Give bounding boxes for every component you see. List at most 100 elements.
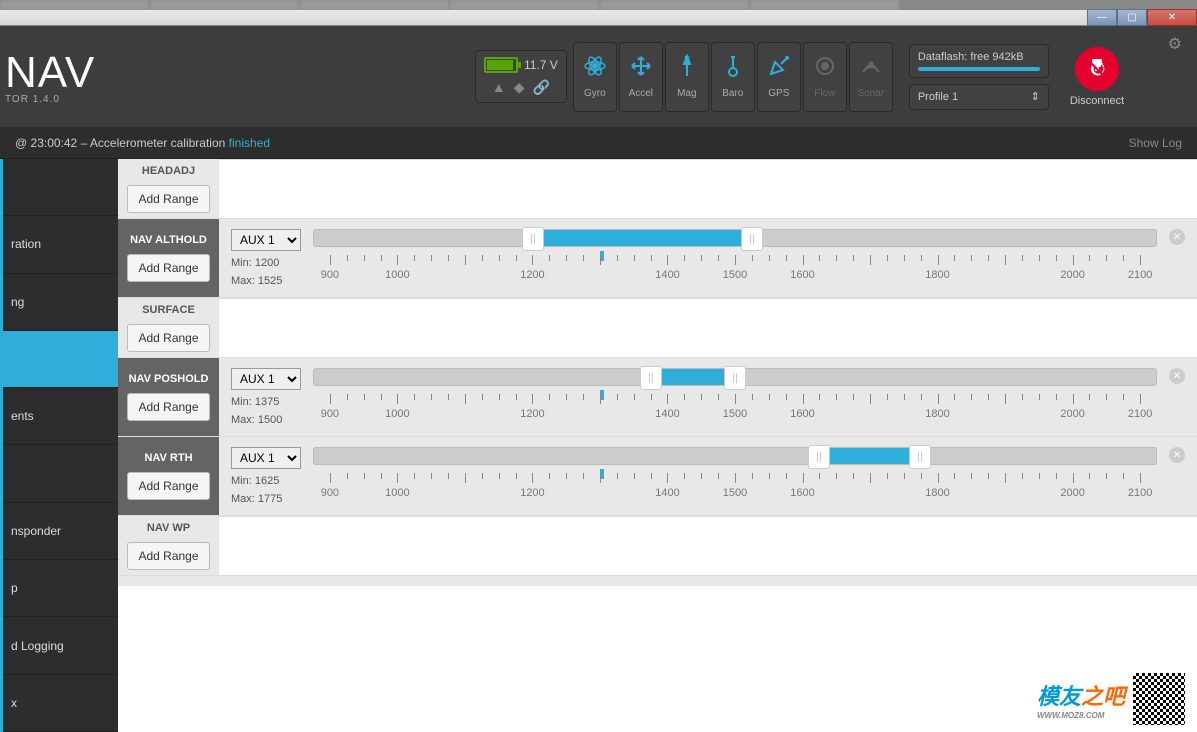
range-row: AUX 1 Min: 1625 Max: 1775 90010001200140… xyxy=(219,437,1197,515)
tick-label: 2000 xyxy=(1060,408,1084,420)
delete-range-button[interactable]: ✕ xyxy=(1169,368,1185,384)
gyro-icon xyxy=(583,54,607,84)
tick-label: 1000 xyxy=(385,408,409,420)
sensor-mag[interactable]: N Mag xyxy=(665,42,709,112)
add-range-button[interactable]: Add Range xyxy=(127,393,209,421)
show-log-button[interactable]: Show Log xyxy=(1129,136,1182,150)
range-handle-max[interactable] xyxy=(724,366,746,390)
mode-label-column: SURFACE Add Range xyxy=(118,298,219,357)
dataflash-status[interactable]: Dataflash: free 942kB xyxy=(909,44,1049,78)
tick-label: 1000 xyxy=(385,269,409,281)
app-logo: NAV xyxy=(5,48,475,98)
tick-label: 1800 xyxy=(925,487,949,499)
mode-nav-wp: NAV WP Add Range xyxy=(118,516,1197,576)
sensor-label: Mag xyxy=(677,88,696,99)
sensor-sonar[interactable]: Sonar xyxy=(849,42,893,112)
delete-range-button[interactable]: ✕ xyxy=(1169,229,1185,245)
sensor-baro[interactable]: Baro xyxy=(711,42,755,112)
sensor-label: Baro xyxy=(722,88,743,99)
log-message: Accelerometer calibration xyxy=(90,136,225,150)
range-slider[interactable]: 90010001200140015001600180020002100 xyxy=(313,447,1157,505)
window-minimize-button[interactable]: — xyxy=(1087,9,1117,26)
tick-label: 2100 xyxy=(1128,408,1152,420)
tick-label: 1600 xyxy=(790,487,814,499)
tick-label: 1400 xyxy=(655,487,679,499)
sensor-gps[interactable]: GPS xyxy=(757,42,801,112)
range-handle-max[interactable] xyxy=(741,227,763,251)
mode-headadj: HEADADJ Add Range xyxy=(118,159,1197,219)
mode-name: SURFACE xyxy=(142,304,195,316)
range-handle-min[interactable] xyxy=(522,227,544,251)
content-area: HEADADJ Add Range NAV ALTHOLD Add Range … xyxy=(118,159,1197,732)
sensor-accel[interactable]: Accel xyxy=(619,42,663,112)
sensor-label: Accel xyxy=(629,88,653,99)
axis-ticks: 90010001200140015001600180020002100 xyxy=(313,255,1157,271)
add-range-button[interactable]: Add Range xyxy=(127,472,209,500)
aux-channel-select[interactable]: AUX 1 xyxy=(231,368,301,390)
disconnect-button[interactable]: Disconnect xyxy=(1070,47,1124,107)
tick-label: 1000 xyxy=(385,487,409,499)
sensor-label: GPS xyxy=(768,88,789,99)
mode-nav-rth: NAV RTH Add Range AUX 1 Min: 1625 Max: 1… xyxy=(118,437,1197,516)
qr-code-icon xyxy=(1131,671,1187,727)
range-handle-min[interactable] xyxy=(808,445,830,469)
add-range-button[interactable]: Add Range xyxy=(127,254,209,282)
aux-channel-select[interactable]: AUX 1 xyxy=(231,447,301,469)
settings-gear-icon[interactable]: ⚙ xyxy=(1168,34,1182,54)
sidebar-item-8[interactable]: d Logging xyxy=(3,617,118,674)
aux-channel-select[interactable]: AUX 1 xyxy=(231,229,301,251)
sidebar-item-3[interactable] xyxy=(3,331,118,388)
range-handle-max[interactable] xyxy=(909,445,931,469)
watermark: 模友之吧WWW.MOZ8.COM xyxy=(1037,671,1187,727)
log-timestamp: @ 23:00:42 – xyxy=(15,136,90,150)
sensor-flow[interactable]: Flow xyxy=(803,42,847,112)
add-range-button[interactable]: Add Range xyxy=(127,542,209,570)
mode-nav-poshold: NAV POSHOLD Add Range AUX 1 Min: 1375 Ma… xyxy=(118,358,1197,437)
add-range-button[interactable]: Add Range xyxy=(127,185,209,213)
profile-selector[interactable]: Profile 1⇕ xyxy=(909,84,1049,110)
mode-label-column: NAV POSHOLD Add Range xyxy=(118,358,219,436)
sidebar-item-7[interactable]: p xyxy=(3,560,118,617)
tick-label: 2000 xyxy=(1060,269,1084,281)
sidebar-item-0[interactable] xyxy=(3,159,118,216)
mode-surface: SURFACE Add Range xyxy=(118,298,1197,358)
sensor-label: Sonar xyxy=(857,88,884,99)
add-range-button[interactable]: Add Range xyxy=(127,324,209,352)
range-max-label: Max: 1775 xyxy=(231,493,301,505)
tick-label: 1600 xyxy=(790,269,814,281)
sidebar-item-2[interactable]: ng xyxy=(3,274,118,331)
window-close-button[interactable]: ✕ xyxy=(1147,9,1197,26)
range-slider[interactable]: 90010001200140015001600180020002100 xyxy=(313,229,1157,287)
sidebar-item-4[interactable]: ents xyxy=(3,388,118,445)
svg-text:N: N xyxy=(684,55,690,64)
sidebar-item-1[interactable]: ration xyxy=(3,216,118,273)
sensor-gyro[interactable]: Gyro xyxy=(573,42,617,112)
battery-voltage: 11.7 V xyxy=(524,58,558,72)
sidebar-item-9[interactable]: x xyxy=(3,675,118,732)
range-row-empty xyxy=(219,159,1197,218)
tick-label: 1200 xyxy=(520,269,544,281)
tick-label: 1500 xyxy=(723,487,747,499)
tick-label: 1600 xyxy=(790,408,814,420)
tick-label: 1200 xyxy=(520,408,544,420)
axis-ticks: 90010001200140015001600180020002100 xyxy=(313,473,1157,489)
tick-label: 1500 xyxy=(723,408,747,420)
tick-label: 900 xyxy=(321,408,339,420)
axis-ticks: 90010001200140015001600180020002100 xyxy=(313,394,1157,410)
sidebar-item-5[interactable] xyxy=(3,445,118,502)
sidebar-item-6[interactable]: nsponder xyxy=(3,503,118,560)
mode-name: NAV RTH xyxy=(144,452,192,464)
delete-range-button[interactable]: ✕ xyxy=(1169,447,1185,463)
tick-label: 2100 xyxy=(1128,269,1152,281)
range-row: AUX 1 Min: 1200 Max: 1525 90010001200140… xyxy=(219,219,1197,297)
range-slider[interactable]: 90010001200140015001600180020002100 xyxy=(313,368,1157,426)
tick-label: 2100 xyxy=(1128,487,1152,499)
range-max-label: Max: 1500 xyxy=(231,414,301,426)
sidebar: rationng ents nsponderpd Loggingx xyxy=(0,159,118,732)
range-handle-min[interactable] xyxy=(640,366,662,390)
window-maximize-button[interactable]: ▢ xyxy=(1117,9,1147,26)
browser-tab-strip xyxy=(0,0,1197,10)
log-bar: @ 23:00:42 – Accelerometer calibration f… xyxy=(0,127,1197,159)
tick-label: 1200 xyxy=(520,487,544,499)
sonar-icon xyxy=(859,54,883,84)
